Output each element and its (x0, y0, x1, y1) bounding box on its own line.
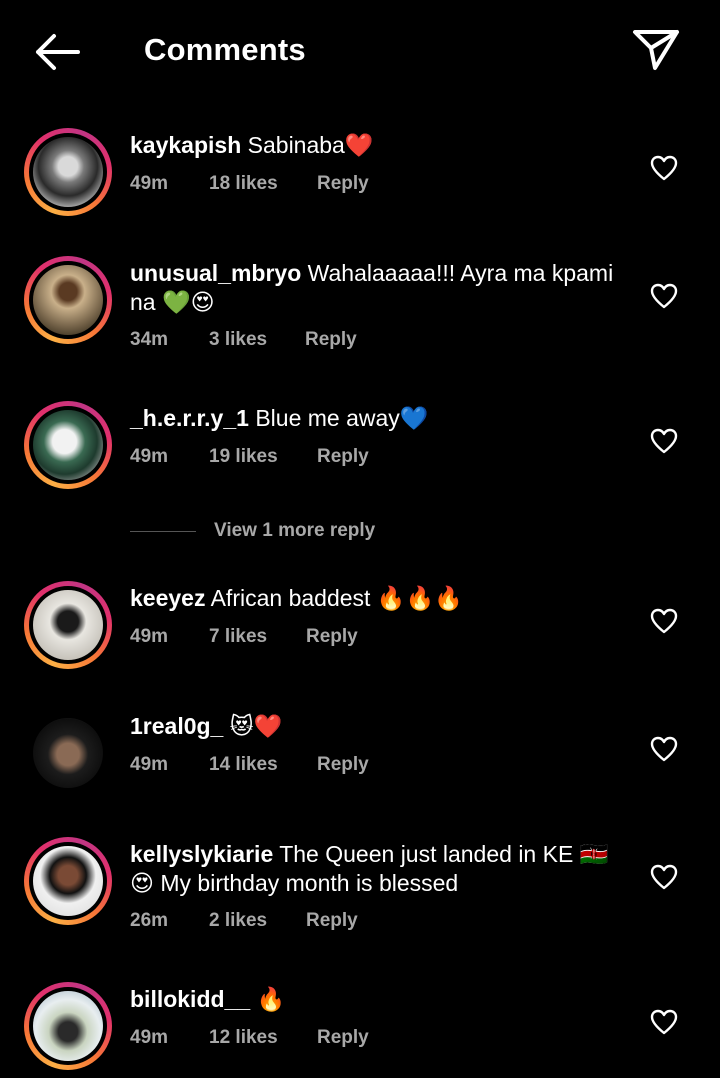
heart-icon[interactable] (650, 283, 678, 309)
view-more-replies-label[interactable]: View 1 more reply (214, 520, 375, 542)
heart-icon[interactable] (650, 864, 678, 890)
comment-username[interactable]: kellyslykiarie (130, 841, 273, 867)
comment-time: 34m (130, 329, 169, 350)
avatar[interactable] (24, 837, 112, 925)
comment-text: African baddest 🔥🔥🔥 (210, 585, 463, 611)
comment-username[interactable]: _h.e.r.r.y_1 (130, 405, 249, 431)
heart-icon[interactable] (650, 736, 678, 762)
reply-button[interactable]: Reply (317, 446, 369, 468)
reply-button[interactable]: Reply (317, 1027, 369, 1049)
comment-username[interactable]: billokidd__ (130, 986, 250, 1012)
page-title: Comments (144, 32, 306, 67)
comment-text: Blue me away💙 (255, 405, 429, 431)
comment-text: 🔥 (256, 986, 286, 1012)
heart-icon[interactable] (650, 155, 678, 181)
comment-text: Sabinaba❤️ (247, 132, 374, 158)
comment-likes[interactable]: 18 likes (209, 173, 317, 195)
heart-icon[interactable] (650, 428, 678, 454)
comment-likes[interactable]: 14 likes (209, 754, 317, 776)
reply-button[interactable]: Reply (317, 173, 369, 195)
avatar[interactable] (24, 982, 112, 1070)
comment-username[interactable]: keeyez (130, 585, 205, 611)
avatar[interactable] (24, 128, 112, 216)
avatar[interactable] (24, 401, 112, 489)
comment-text: 😻❤️ (229, 713, 283, 739)
comment-likes[interactable]: 19 likes (209, 446, 317, 468)
back-arrow-icon[interactable] (30, 30, 82, 74)
reply-button[interactable]: Reply (306, 910, 358, 932)
heart-icon[interactable] (650, 608, 678, 634)
reply-button[interactable]: Reply (306, 626, 358, 648)
reply-button[interactable]: Reply (317, 754, 369, 776)
comment-time: 49m (130, 754, 169, 775)
comment-time: 49m (130, 626, 169, 647)
avatar[interactable] (24, 709, 112, 797)
divider (130, 531, 196, 532)
comment-likes[interactable]: 2 likes (209, 910, 306, 932)
heart-icon[interactable] (650, 1009, 678, 1035)
comment-username[interactable]: 1real0g_ (130, 713, 223, 739)
avatar[interactable] (24, 256, 112, 344)
comment-time: 49m (130, 1027, 169, 1048)
avatar[interactable] (24, 581, 112, 669)
comment-username[interactable]: unusual_mbryo (130, 260, 301, 286)
paper-plane-icon[interactable] (630, 26, 682, 72)
comment-likes[interactable]: 3 likes (209, 329, 305, 351)
reply-button[interactable]: Reply (305, 329, 357, 351)
comment-time: 49m (130, 173, 169, 194)
comment-time: 26m (130, 910, 169, 931)
comment-time: 49m (130, 446, 169, 467)
comment-username[interactable]: kaykapish (130, 132, 241, 158)
comment-likes[interactable]: 7 likes (209, 626, 306, 648)
header-bar: Comments (0, 0, 720, 100)
comment-likes[interactable]: 12 likes (209, 1027, 317, 1049)
